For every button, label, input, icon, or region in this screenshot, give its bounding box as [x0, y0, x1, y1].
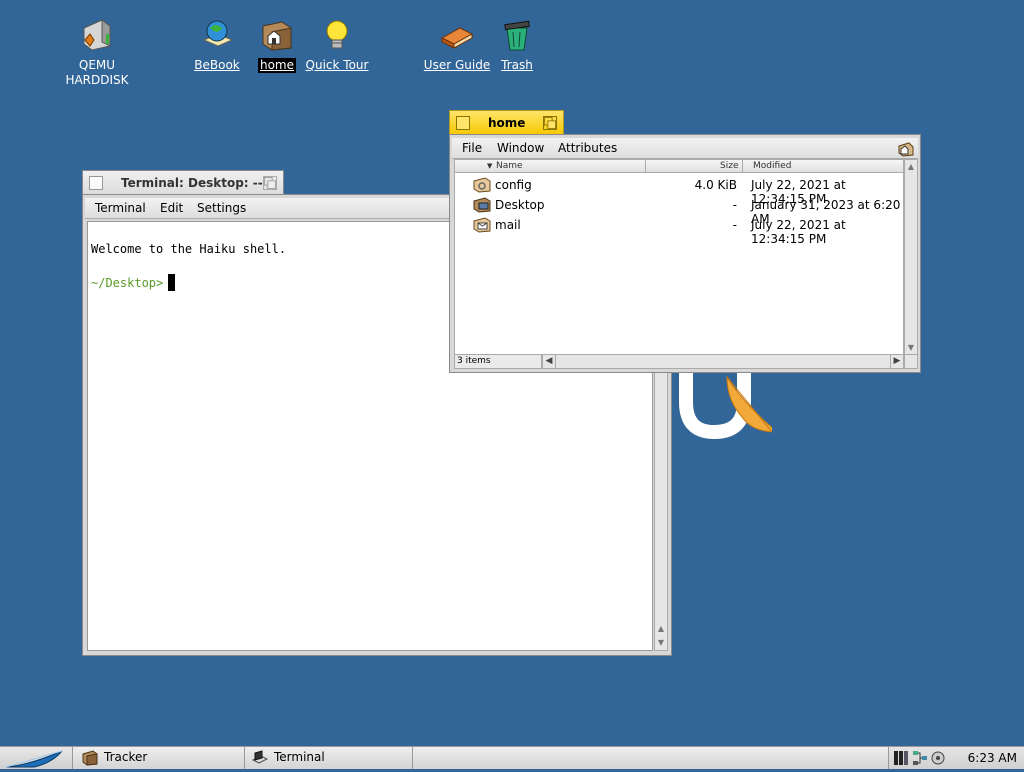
menu-settings[interactable]: Settings: [197, 201, 246, 215]
scroll-down-icon[interactable]: ▼: [655, 636, 667, 650]
task-terminal[interactable]: Terminal: [244, 747, 413, 769]
zoom-button[interactable]: [543, 116, 557, 130]
file-list-scrollbar[interactable]: ▲ ▼: [904, 159, 918, 355]
lightbulb-icon: [326, 20, 348, 49]
config-folder-icon: [473, 177, 491, 193]
menu-file[interactable]: File: [462, 141, 482, 155]
scroll-right-icon[interactable]: ▶: [890, 355, 903, 368]
desktop-folder-icon: [473, 197, 491, 213]
mail-folder-icon: [473, 217, 491, 233]
text-cursor: [168, 274, 175, 291]
shell-prompt: ~/Desktop>: [91, 276, 164, 290]
file-size: -: [732, 198, 737, 212]
scroll-down-icon[interactable]: ▼: [905, 341, 917, 354]
tracker-menubar: File Window Attributes: [452, 138, 918, 159]
file-row[interactable]: mail - July 22, 2021 at 12:34:15 PM: [455, 215, 903, 246]
leaf-menu-button[interactable]: [0, 747, 73, 769]
desktop-icon-label: Trash: [501, 58, 533, 72]
menu-edit[interactable]: Edit: [160, 201, 183, 215]
haiku-leaf-icon: [5, 750, 63, 768]
file-name: config: [495, 178, 532, 192]
window-title: Terminal: Desktop: --: [121, 176, 263, 190]
network-icon[interactable]: [912, 750, 928, 766]
desktop-icon-label: Quick Tour: [305, 58, 369, 72]
file-list: config 4.0 KiB July 22, 2021 at 12:34:15…: [454, 173, 904, 355]
task-label: Tracker: [104, 750, 148, 764]
close-button[interactable]: [89, 176, 103, 190]
home-window-tab[interactable]: home: [449, 110, 564, 135]
close-button[interactable]: [456, 116, 470, 130]
column-header[interactable]: ▼ Name Size Modified: [454, 159, 904, 173]
menu-terminal[interactable]: Terminal: [95, 201, 146, 215]
scroll-left-icon[interactable]: ◀: [543, 355, 556, 368]
file-size: 4.0 KiB: [694, 178, 737, 192]
scroll-up-icon[interactable]: ▲: [905, 160, 917, 173]
column-size[interactable]: Size: [720, 160, 738, 172]
column-modified[interactable]: Modified: [753, 160, 791, 172]
terminal-icon: [252, 750, 268, 764]
horizontal-scrollbar[interactable]: ◀ ▶: [542, 354, 904, 369]
desktop-icon-trash[interactable]: Trash: [467, 18, 567, 73]
clock[interactable]: 6:23 AM: [968, 751, 1017, 765]
file-name: Desktop: [495, 198, 545, 212]
task-label: Terminal: [274, 750, 325, 764]
desktop-icon-label: QEMU HARDDISK: [65, 58, 129, 87]
harddisk-icon: [83, 19, 111, 51]
tracker-navigator-icon[interactable]: [898, 141, 914, 157]
system-tray: 6:23 AM: [888, 747, 1024, 769]
desktop-icon-quick-tour[interactable]: Quick Tour: [287, 18, 387, 73]
file-row[interactable]: Desktop - January 31, 2023 at 6:20 AM: [455, 195, 903, 226]
scroll-up-icon[interactable]: ▲: [655, 622, 667, 636]
tracker-icon: [82, 750, 98, 766]
welcome-text: Welcome to the Haiku shell.: [91, 242, 287, 256]
trash-icon: [504, 20, 530, 51]
home-window: File Window Attributes ▼ Name Size Modif…: [449, 134, 921, 373]
menu-attributes[interactable]: Attributes: [558, 141, 617, 155]
file-row[interactable]: config 4.0 KiB July 22, 2021 at 12:34:15…: [455, 175, 903, 206]
desktop-icon-harddisk[interactable]: QEMU HARDDISK: [47, 18, 147, 88]
task-tracker[interactable]: Tracker: [74, 747, 245, 769]
menu-window[interactable]: Window: [497, 141, 544, 155]
column-name[interactable]: Name: [496, 160, 523, 172]
volume-icon[interactable]: [930, 750, 946, 766]
deskbar: Tracker Terminal 6:23 AM: [0, 746, 1024, 769]
file-modified: July 22, 2021 at 12:34:15 PM: [751, 218, 846, 246]
resize-handle[interactable]: [904, 354, 918, 369]
terminal-window-tab[interactable]: Terminal: Desktop: --: [82, 170, 284, 195]
haiku-logo: [679, 372, 772, 440]
cpu-monitor-icon[interactable]: [894, 750, 910, 766]
window-title: home: [488, 116, 526, 130]
item-count: 3 items: [454, 354, 542, 369]
file-size: -: [732, 218, 737, 232]
zoom-button[interactable]: [263, 176, 277, 190]
sort-arrow-icon: ▼: [487, 162, 493, 170]
file-name: mail: [495, 218, 521, 232]
